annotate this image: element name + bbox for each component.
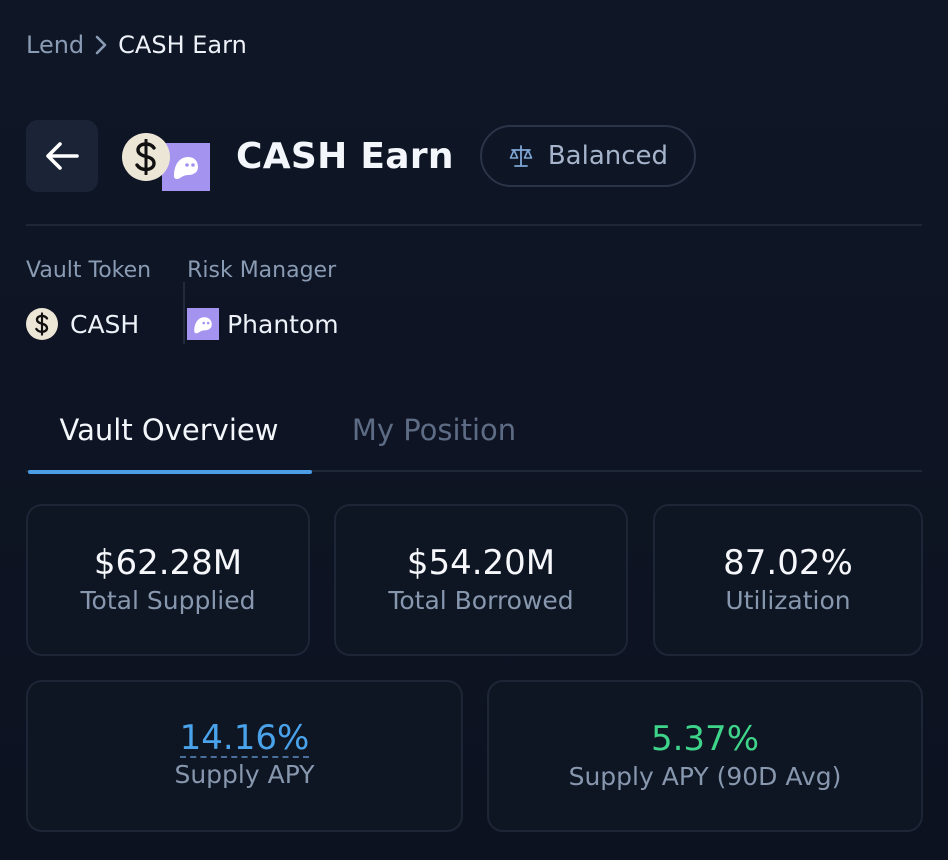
risk-badge-label: Balanced	[547, 141, 669, 171]
header-divider	[26, 224, 922, 226]
total-borrowed-label: Total Borrowed	[388, 586, 574, 615]
vault-token-info: Vault Token CASH	[26, 258, 151, 344]
risk-manager-label: Risk Manager	[187, 258, 337, 283]
meta-divider	[183, 282, 186, 344]
tab-vault-overview[interactable]: Vault Overview	[26, 390, 312, 474]
breadcrumb-current: CASH Earn	[118, 31, 247, 59]
vault-token-value: CASH	[26, 308, 151, 340]
vault-token-label: Vault Token	[26, 258, 152, 283]
risk-manager-value[interactable]: Phantom	[187, 308, 339, 340]
page: Lend CASH Earn CASH Earn Balanced Vault …	[0, 0, 948, 860]
back-button[interactable]	[26, 120, 98, 192]
phantom-icon	[187, 308, 220, 340]
supply-apy-value[interactable]: 14.16%	[179, 720, 310, 758]
cash-token-icon	[122, 133, 170, 181]
stat-card-total-supplied: $62.28M Total Supplied	[26, 504, 310, 656]
arrow-left-icon	[46, 142, 79, 170]
stat-card-supply-apy-90d: 5.37% Supply APY (90D Avg)	[487, 680, 923, 832]
stat-card-total-borrowed: $54.20M Total Borrowed	[334, 504, 628, 656]
vault-logo-pair	[122, 131, 214, 191]
total-borrowed-value: $54.20M	[406, 543, 556, 583]
cash-token-icon	[26, 308, 58, 340]
tab-my-position[interactable]: My Position	[314, 390, 554, 470]
scale-icon	[509, 145, 533, 167]
total-supplied-label: Total Supplied	[80, 586, 256, 615]
stat-card-utilization: 87.02% Utilization	[653, 504, 923, 656]
utilization-label: Utilization	[725, 586, 851, 615]
risk-badge[interactable]: Balanced	[479, 125, 697, 187]
vault-token-name: CASH	[70, 309, 140, 339]
vault-tabs: Vault Overview My Position	[26, 390, 922, 474]
vault-meta: Vault Token CASH Risk Manager Phantom	[26, 258, 339, 344]
supply-apy-90d-label: Supply APY (90D Avg)	[568, 762, 842, 791]
chevron-right-icon	[84, 34, 118, 56]
supply-apy-label: Supply APY	[174, 760, 315, 789]
total-supplied-value: $62.28M	[93, 543, 243, 583]
risk-manager-info: Risk Manager Phantom	[187, 258, 339, 344]
risk-manager-name: Phantom	[227, 309, 339, 339]
stat-card-supply-apy: 14.16% Supply APY	[26, 680, 463, 832]
utilization-value: 87.02%	[723, 543, 853, 583]
vault-header: CASH Earn Balanced	[26, 120, 697, 192]
page-title: CASH Earn	[236, 135, 454, 177]
breadcrumb-lend-link[interactable]: Lend	[26, 31, 84, 59]
breadcrumb: Lend CASH Earn	[26, 28, 247, 62]
supply-apy-90d-value: 5.37%	[650, 719, 759, 759]
